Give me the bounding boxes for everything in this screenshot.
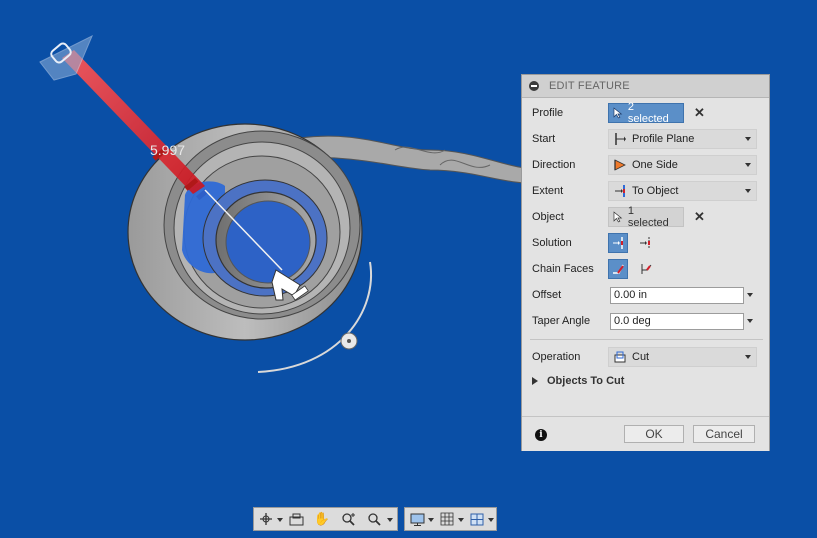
grid-icon[interactable] [438, 511, 456, 527]
operation-dropdown[interactable]: Cut [608, 347, 757, 367]
row-profile: Profile 2 selected ✕ [522, 101, 771, 125]
chevron-down-icon [745, 163, 751, 167]
object-value: 1 selected [627, 205, 669, 229]
collapse-icon[interactable] [529, 81, 539, 91]
start-dropdown[interactable]: Profile Plane [608, 129, 757, 149]
zoom-dropdown-icon[interactable] [387, 518, 393, 522]
chain-faces-icon [613, 264, 624, 274]
solution-option-1[interactable] [608, 233, 628, 253]
start-value: Profile Plane [632, 133, 695, 145]
extent-dropdown[interactable]: To Object [608, 181, 757, 201]
cursor-arrow-icon [613, 107, 623, 119]
taper-angle-label: Taper Angle [532, 315, 591, 327]
profile-value: 2 selected [627, 101, 669, 125]
row-operation: Operation Cut [522, 346, 771, 368]
row-direction: Direction One Side [522, 154, 771, 176]
grid-dropdown-icon[interactable] [458, 518, 464, 522]
orbit-dropdown-icon[interactable] [277, 518, 283, 522]
row-taper-angle: Taper Angle [522, 310, 771, 332]
object-select-button[interactable]: 1 selected [608, 205, 684, 229]
divider [530, 339, 763, 340]
dimension-label[interactable]: 5.997 [150, 142, 185, 158]
display-toolbar [404, 507, 497, 531]
ok-button[interactable]: OK [624, 425, 684, 443]
clear-object-icon[interactable]: ✕ [694, 209, 705, 225]
start-label: Start [532, 133, 556, 145]
clear-profile-icon[interactable]: ✕ [694, 105, 705, 121]
pan-icon[interactable]: ✋ [313, 511, 331, 527]
red-direction-arrow [62, 50, 205, 194]
zoom-icon[interactable] [339, 511, 357, 527]
profile-plane-icon [612, 131, 628, 147]
cancel-button[interactable]: Cancel [693, 425, 755, 443]
panel-title: EDIT FEATURE [549, 80, 630, 92]
info-icon[interactable]: i [535, 429, 547, 441]
navigation-toolbar: ✋ [253, 507, 398, 531]
profile-select-button[interactable]: 2 selected [608, 101, 684, 125]
stop-at-face-icon [613, 237, 623, 249]
zoom-window-icon[interactable] [365, 511, 383, 527]
extent-label: Extent [532, 185, 564, 197]
operation-label: Operation [532, 351, 581, 363]
objects-to-cut-label: Objects To Cut [547, 375, 625, 387]
orbit-icon[interactable] [257, 511, 275, 527]
chain-faces-option-1[interactable] [608, 259, 628, 279]
viewports-icon[interactable] [468, 511, 486, 527]
panel-footer: i OK Cancel [522, 416, 769, 451]
row-start: Start Profile Plane [522, 128, 771, 150]
row-extent: Extent To Object [522, 180, 771, 202]
row-chain-faces: Chain Faces [522, 258, 771, 280]
look-at-icon[interactable] [287, 511, 305, 527]
offset-input[interactable] [610, 286, 744, 304]
chevron-down-icon [745, 189, 751, 193]
display-settings-icon[interactable] [408, 511, 426, 527]
chevron-down-icon [745, 355, 751, 359]
solution-label: Solution [532, 237, 572, 249]
one-side-icon [612, 157, 628, 173]
chevron-down-icon [745, 137, 751, 141]
no-chain-faces-icon [641, 264, 652, 274]
cursor-arrow-icon [613, 211, 623, 223]
panel-header[interactable]: EDIT FEATURE [522, 75, 769, 98]
to-object-icon [612, 183, 628, 199]
chain-faces-option-2[interactable] [636, 259, 656, 279]
row-offset: Offset [522, 284, 771, 306]
direction-dropdown[interactable]: One Side [608, 155, 757, 175]
viewports-dropdown-icon[interactable] [488, 518, 494, 522]
caret-right-icon [532, 377, 538, 385]
offset-label: Offset [532, 289, 562, 301]
extend-faces-icon [640, 237, 650, 249]
direction-label: Direction [532, 159, 576, 171]
profile-label: Profile [532, 107, 564, 119]
taper-angle-dropdown-icon[interactable] [747, 319, 753, 323]
chain-faces-label: Chain Faces [532, 263, 594, 275]
offset-dropdown-icon[interactable] [747, 293, 753, 297]
solution-option-2[interactable] [636, 233, 656, 253]
direction-value: One Side [632, 159, 678, 171]
taper-angle-input[interactable] [610, 312, 744, 330]
edit-feature-panel: EDIT FEATURE Profile 2 selected ✕ Start … [521, 74, 770, 451]
row-solution: Solution [522, 232, 771, 254]
objects-to-cut-toggle[interactable]: Objects To Cut [532, 375, 624, 387]
extent-value: To Object [632, 185, 679, 197]
row-object: Object 1 selected ✕ [522, 205, 771, 229]
operation-value: Cut [632, 351, 650, 363]
object-label: Object [532, 211, 564, 223]
display-dropdown-icon[interactable] [428, 518, 434, 522]
cut-icon [612, 349, 628, 365]
